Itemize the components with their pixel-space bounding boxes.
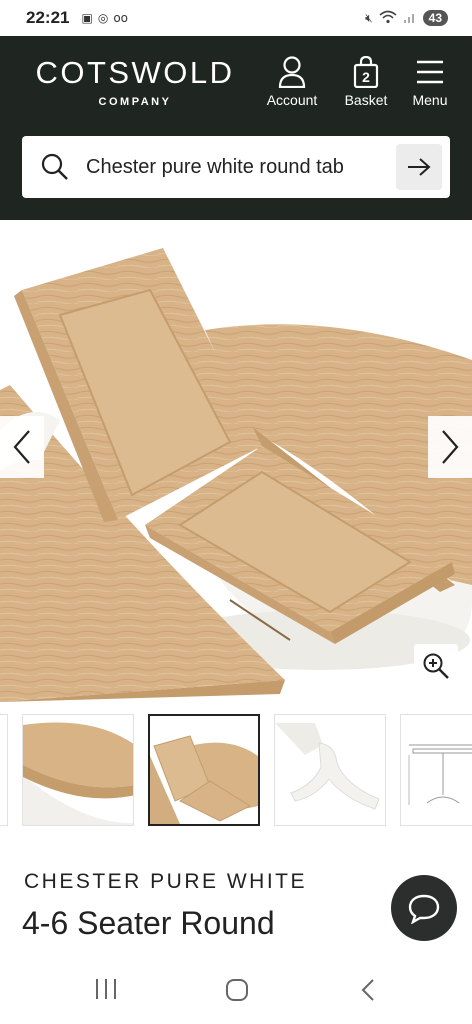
thumbnail-3[interactable] (274, 714, 386, 826)
basket-button[interactable]: 2 Basket (340, 56, 392, 108)
menu-icon (417, 60, 443, 84)
signal-icon (403, 10, 417, 27)
system-navigation-bar (0, 958, 472, 1024)
account-label: Account (266, 92, 318, 108)
thumbnail-0[interactable] (0, 714, 8, 826)
search-bar (22, 136, 450, 198)
screenshot-icon: ▣ (81, 11, 93, 25)
arrow-right-icon (408, 158, 431, 176)
status-time: 22:21 (26, 8, 70, 27)
search-submit-button[interactable] (396, 144, 442, 190)
thumbnail-strip (0, 712, 472, 828)
menu-button[interactable]: Menu (408, 56, 452, 108)
thumbnail-image (23, 715, 133, 825)
thumbnail-2-selected[interactable] (148, 714, 260, 826)
zoom-in-icon (423, 653, 449, 679)
thumbnail-image (0, 715, 7, 825)
search-icon (41, 153, 68, 180)
thumbnail-1[interactable] (22, 714, 134, 826)
chat-icon (408, 894, 440, 924)
battery-badge: 43 (422, 10, 448, 26)
logo-sub-text: COMPANY (98, 96, 172, 108)
basket-label: Basket (344, 92, 388, 108)
account-button[interactable]: Account (262, 56, 322, 108)
recent-apps-button[interactable] (94, 978, 118, 1004)
chat-button[interactable] (391, 875, 457, 941)
logo-main-text: COTSWOLD (35, 55, 235, 90)
status-bar: 22:21 ▣ ◎ oo 🔇︎ 43 (0, 0, 472, 36)
site-header: COTSWOLD COMPANY Account 2 Basket Menu (0, 36, 472, 220)
home-icon (226, 979, 248, 1001)
basket-count: 2 (362, 69, 370, 85)
product-main-image (0, 248, 472, 702)
account-icon (278, 56, 306, 88)
product-title: 4-6 Seater Round (22, 905, 275, 941)
back-button[interactable] (360, 978, 376, 1006)
system-icons: 🔇︎ 43 (365, 10, 448, 27)
chevron-right-icon (442, 430, 459, 464)
notification-icons: ▣ ◎ oo (81, 11, 128, 25)
product-image-carousel[interactable] (0, 220, 472, 702)
zoom-button[interactable] (414, 644, 458, 688)
wifi-icon (379, 10, 397, 27)
recent-apps-icon (96, 979, 116, 999)
back-icon (361, 979, 374, 1001)
product-range-title: CHESTER PURE WHITE (24, 870, 308, 893)
thumbnail-image (401, 715, 472, 825)
whatsapp-icon: ◎ (97, 11, 109, 25)
carousel-prev-button[interactable] (0, 416, 44, 478)
carousel-next-button[interactable] (428, 416, 472, 478)
search-input[interactable] (86, 155, 396, 179)
menu-label: Menu (412, 92, 448, 108)
thumbnail-4[interactable] (400, 714, 472, 826)
mute-icon: 🔇︎ (365, 10, 373, 25)
thumbnail-image (275, 715, 385, 825)
voicemail-icon: oo (113, 11, 128, 25)
thumbnail-image (150, 716, 258, 824)
basket-icon: 2 (353, 56, 379, 88)
site-logo[interactable]: COTSWOLD COMPANY (28, 55, 242, 109)
chevron-left-icon (13, 430, 30, 464)
home-button[interactable] (225, 978, 249, 1006)
